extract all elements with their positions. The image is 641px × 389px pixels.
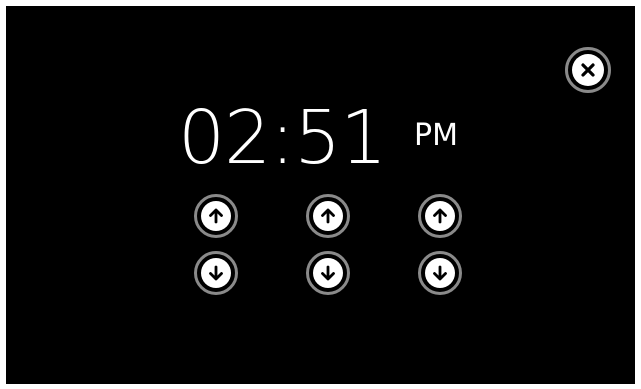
close-button[interactable] [565,47,611,93]
minute-down-button[interactable] [306,251,350,295]
time-setting-screen: 02:51 PM [6,6,635,384]
meridiem-up-button[interactable] [418,194,462,238]
arrow-up-icon [201,201,231,231]
arrow-down-icon [313,258,343,288]
time-display: 02:51 [178,95,387,181]
arrow-down-icon [425,258,455,288]
hour-down-button[interactable] [194,251,238,295]
meridiem-down-button[interactable] [418,251,462,295]
arrow-up-icon [425,201,455,231]
meridiem-label: PM [414,118,458,153]
minute-up-button[interactable] [306,194,350,238]
hour-up-button[interactable] [194,194,238,238]
close-icon [572,54,604,86]
arrow-up-icon [313,201,343,231]
arrow-down-icon [201,258,231,288]
